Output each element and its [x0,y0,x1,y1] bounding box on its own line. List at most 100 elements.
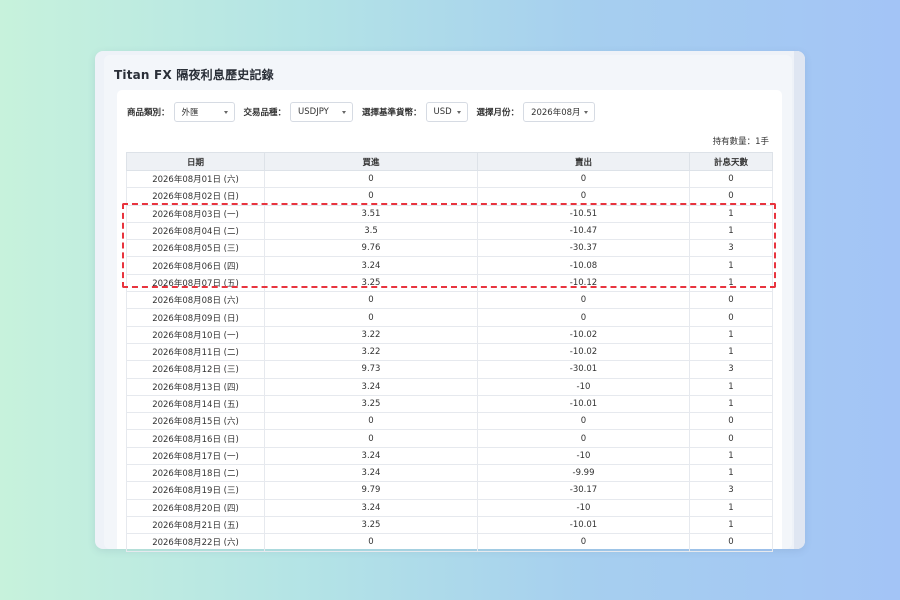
cell-sell: -10 [477,498,690,517]
table-row: 2026年08月16日 (日) 0 0 0 [126,429,773,448]
cell-buy: 3.24 [264,377,478,396]
cell-date: 2026年08月04日 (二) [126,221,265,241]
cell-sell: 0 [477,187,690,206]
cell-sell: 0 [477,169,690,189]
table-row: 2026年08月01日 (六) 0 0 0 [126,169,773,189]
cell-sell: -10.08 [477,256,690,275]
cell-buy: 0 [264,291,478,310]
table-row: 2026年08月06日 (四) 3.24 -10.08 1 [126,256,773,275]
cell-date: 2026年08月21日 (五) [126,515,265,535]
cell-date: 2026年08月15日 (六) [126,412,265,431]
chevron-down-icon [342,111,347,114]
header-sell: 賣出 [477,152,690,171]
table-row: 2026年08月18日 (二) 3.24 -9.99 1 [126,464,773,483]
cell-date: 2026年08月10日 (一) [126,325,265,344]
month-label: 選擇月份： [476,108,520,118]
cell-buy: 0 [264,533,478,552]
cell-buy: 3.25 [264,273,478,293]
cell-sell: -30.17 [477,481,690,500]
page-title: Titan FX 隔夜利息歷史記錄 [114,68,274,82]
instrument-value: USDJPY [298,107,329,117]
cell-date: 2026年08月18日 (二) [126,464,265,483]
scrollbar[interactable] [794,51,805,549]
base-currency-filter: 選擇基準貨幣： USD [362,102,468,122]
cell-days: 0 [689,187,773,206]
filter-bar: 商品類別： 外匯 交易品種： USDJPY 選擇基準貨幣： USD 選擇月份： … [127,101,604,123]
cell-sell: 0 [477,533,690,552]
table-header-row: 日期 買進 賣出 計息天數 [126,152,773,171]
cell-date: 2026年08月08日 (六) [126,291,265,310]
cell-buy: 3.24 [264,464,478,483]
cell-buy: 0 [264,429,478,448]
table-row: 2026年08月14日 (五) 3.25 -10.01 1 [126,394,773,414]
cell-days: 3 [689,239,773,258]
cell-buy: 3.22 [264,342,478,362]
instrument-select[interactable]: USDJPY [290,102,354,122]
cell-buy: 9.73 [264,360,478,379]
cell-days: 0 [689,291,773,310]
month-value: 2026年08月 [531,108,581,118]
header-date: 日期 [126,152,265,171]
cell-sell: -30.37 [477,239,690,258]
base-currency-value: USD [433,107,452,117]
cell-buy: 3.5 [264,221,478,241]
cell-days: 0 [689,169,773,189]
table-row: 2026年08月12日 (三) 9.73 -30.01 3 [126,360,773,379]
cell-sell: 0 [477,429,690,448]
cell-days: 1 [689,204,773,223]
cell-date: 2026年08月19日 (三) [126,481,265,500]
cell-days: 1 [689,394,773,414]
cell-date: 2026年08月07日 (五) [126,273,265,293]
cell-sell: -30.01 [477,360,690,379]
cell-sell: -10.47 [477,221,690,241]
cell-buy: 0 [264,169,478,189]
cell-buy: 0 [264,187,478,206]
cell-sell: -10.02 [477,342,690,362]
cell-days: 1 [689,464,773,483]
cell-date: 2026年08月14日 (五) [126,394,265,414]
cell-buy: 3.25 [264,515,478,535]
chevron-down-icon [223,111,228,114]
table-row: 2026年08月07日 (五) 3.25 -10.12 1 [126,273,773,293]
cell-date: 2026年08月16日 (日) [126,429,265,448]
month-select[interactable]: 2026年08月 [523,102,596,122]
cell-days: 1 [689,325,773,344]
cell-sell: -10 [477,377,690,396]
cell-buy: 3.24 [264,256,478,275]
category-value: 外匯 [181,108,199,118]
cell-days: 0 [689,308,773,327]
cell-buy: 0 [264,412,478,431]
swap-table: 日期 買進 賣出 計息天數 2026年08月01日 (六) 0 0 0 2026年08月… [126,152,773,552]
cell-sell: 0 [477,308,690,327]
cell-sell: -9.99 [477,464,690,483]
cell-buy: 3.24 [264,498,478,517]
table-row: 2026年08月13日 (四) 3.24 -10 1 [126,377,773,396]
table-row: 2026年08月09日 (日) 0 0 0 [126,308,773,327]
cell-date: 2026年08月22日 (六) [126,533,265,552]
table-row: 2026年08月10日 (一) 3.22 -10.02 1 [126,325,773,344]
base-currency-select[interactable]: USD [425,102,468,122]
cell-days: 0 [689,429,773,448]
table-row: 2026年08月17日 (一) 3.24 -10 1 [126,446,773,466]
cell-days: 1 [689,446,773,466]
table-row: 2026年08月02日 (日) 0 0 0 [126,187,773,206]
base-currency-label: 選擇基準貨幣： [362,108,422,118]
cell-sell: -10 [477,446,690,466]
table-row: 2026年08月08日 (六) 0 0 0 [126,291,773,310]
cell-date: 2026年08月05日 (三) [126,239,265,258]
category-select[interactable]: 外匯 [173,102,235,122]
table-row: 2026年08月22日 (六) 0 0 0 [126,533,773,552]
table-row: 2026年08月05日 (三) 9.76 -30.37 3 [126,239,773,258]
cell-sell: -10.12 [477,273,690,293]
cell-date: 2026年08月13日 (四) [126,377,265,396]
cell-buy: 9.79 [264,481,478,500]
cell-date: 2026年08月03日 (一) [126,204,265,223]
cell-date: 2026年08月17日 (一) [126,446,265,466]
header-buy: 買進 [264,152,478,171]
table-row: 2026年08月21日 (五) 3.25 -10.01 1 [126,515,773,535]
table-row: 2026年08月15日 (六) 0 0 0 [126,412,773,431]
cell-days: 1 [689,342,773,362]
cell-days: 1 [689,498,773,517]
cell-days: 1 [689,273,773,293]
table-row: 2026年08月04日 (二) 3.5 -10.47 1 [126,221,773,241]
